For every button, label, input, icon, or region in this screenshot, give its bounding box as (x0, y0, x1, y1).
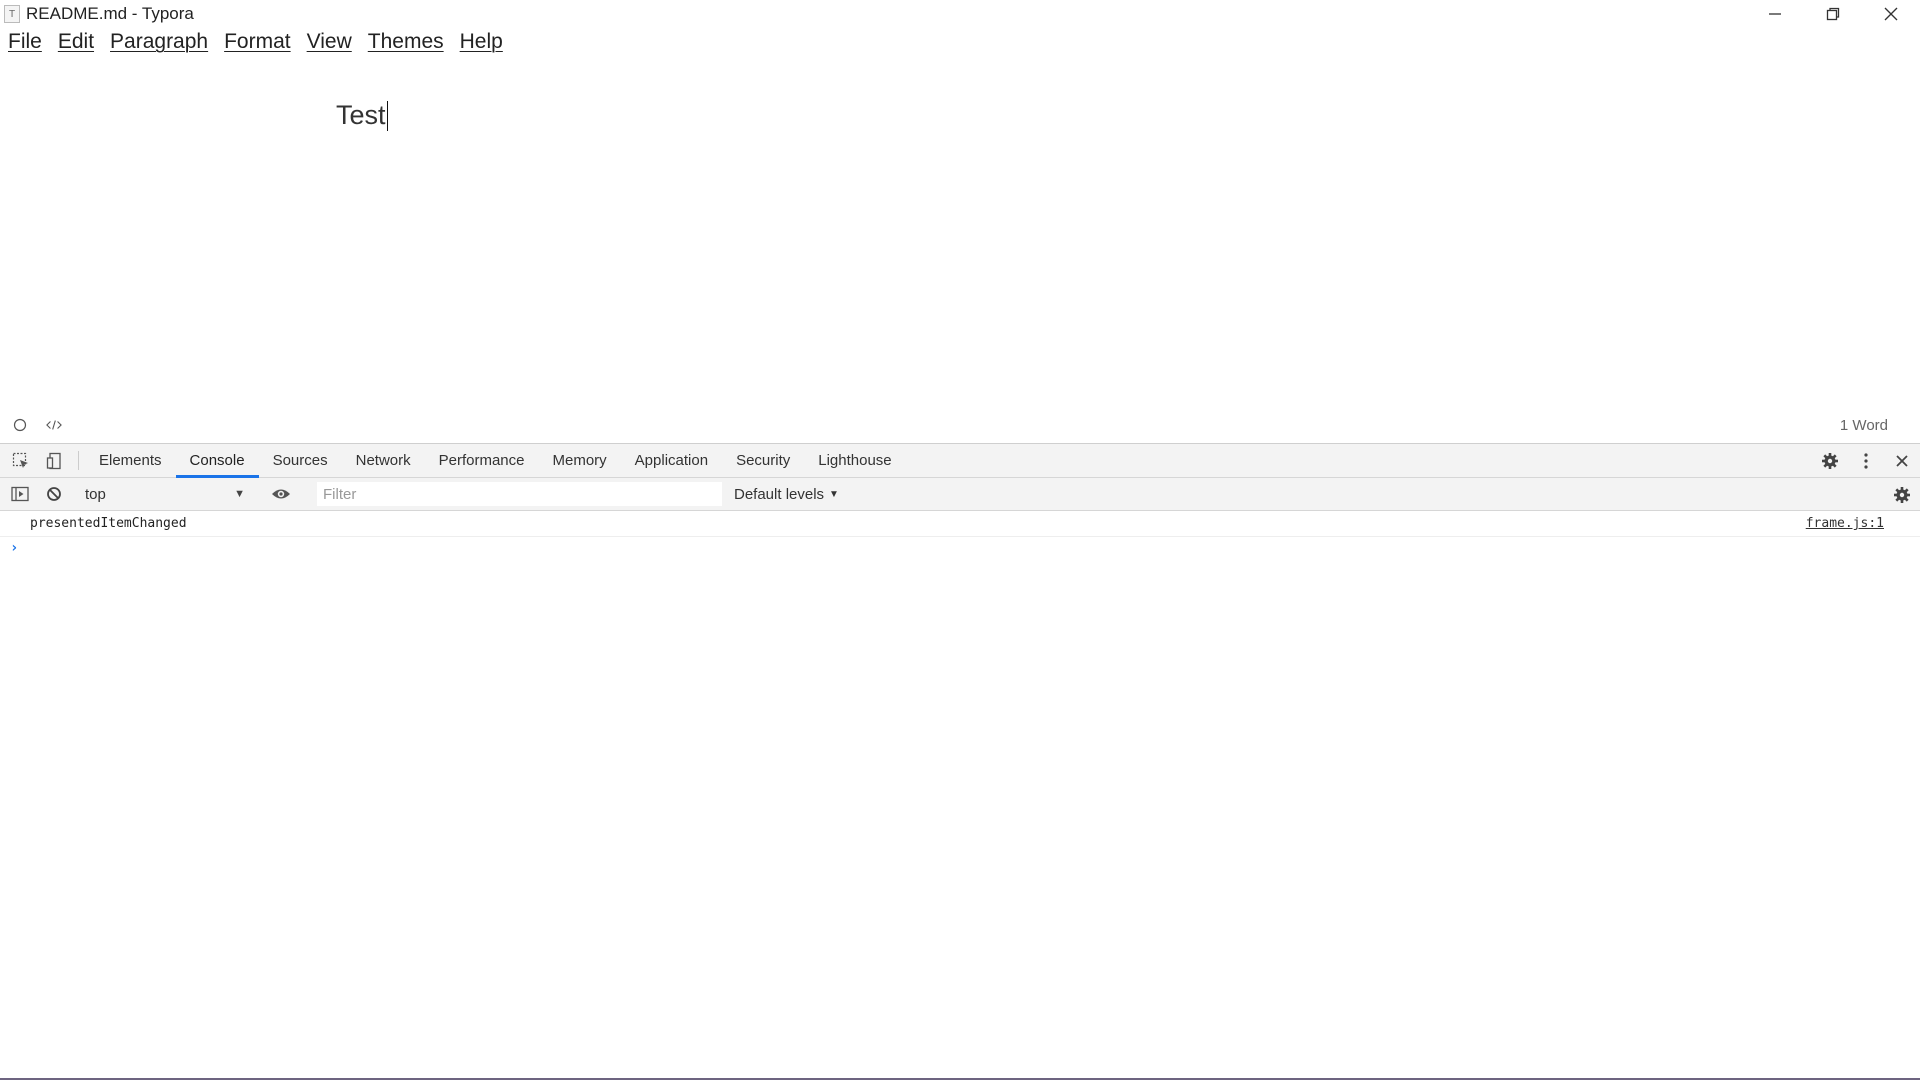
menu-paragraph[interactable]: Paragraph (110, 30, 208, 54)
word-count[interactable]: 1 Word (1840, 417, 1888, 434)
javascript-context-select[interactable]: top ▼ (81, 482, 251, 506)
tab-network[interactable]: Network (342, 444, 425, 477)
tab-application[interactable]: Application (621, 444, 722, 477)
menu-help[interactable]: Help (460, 30, 503, 54)
tab-console[interactable]: Console (175, 444, 259, 478)
menu-view[interactable]: View (307, 30, 352, 54)
eye-icon (272, 489, 290, 499)
window-controls (1746, 0, 1920, 28)
editor-area[interactable]: Test (0, 58, 1920, 408)
console-output: presentedItemChanged frame.js:1 › (0, 511, 1920, 559)
restore-button[interactable] (1804, 0, 1862, 28)
log-levels-label: Default levels (734, 485, 825, 503)
block-icon (47, 487, 61, 501)
inspect-cursor-icon (12, 452, 28, 468)
devtools-settings-button[interactable] (1812, 444, 1848, 478)
minimize-icon (1769, 13, 1781, 15)
tab-security[interactable]: Security (722, 444, 804, 477)
menu-format[interactable]: Format (224, 30, 291, 54)
tab-memory[interactable]: Memory (539, 444, 621, 477)
gear-icon (1822, 453, 1838, 469)
outline-toggle-button[interactable] (12, 417, 28, 433)
devtools-actions (1791, 444, 1920, 478)
code-icon (46, 420, 62, 430)
console-prompt[interactable]: › (0, 537, 1920, 559)
restore-icon (1826, 7, 1840, 21)
live-expression-button[interactable] (264, 487, 298, 501)
close-icon (1896, 455, 1908, 467)
dropdown-arrow-icon: ▼ (234, 488, 245, 500)
title-bar: T README.md - Typora (0, 0, 1920, 28)
customize-devtools-button[interactable] (1848, 444, 1884, 478)
gear-icon (1894, 486, 1910, 503)
device-toolbar-button[interactable] (38, 444, 72, 477)
console-message: presentedItemChanged frame.js:1 (0, 511, 1920, 537)
close-window-button[interactable] (1862, 0, 1920, 28)
status-bar: 1 Word (0, 412, 1920, 438)
log-levels-dropdown[interactable]: Default levels ▼ (734, 486, 839, 503)
tab-elements[interactable]: Elements (85, 444, 176, 477)
close-icon (1884, 7, 1898, 21)
circle-icon (13, 418, 27, 432)
console-filter-input[interactable]: Filter (317, 482, 722, 506)
console-toolbar: top ▼ Filter Default levels ▼ (0, 478, 1920, 511)
editor-text: Test (336, 100, 386, 130)
menu-themes[interactable]: Themes (368, 30, 444, 54)
toolbar-divider (78, 451, 79, 470)
show-console-sidebar-button[interactable] (3, 486, 37, 502)
text-caret (386, 100, 389, 131)
minimize-button[interactable] (1746, 0, 1804, 28)
devtools-panel: Elements Console Sources Network Perform… (0, 443, 1920, 1080)
close-devtools-button[interactable] (1884, 444, 1920, 478)
kebab-menu-icon (1864, 453, 1868, 469)
tab-sources[interactable]: Sources (259, 444, 342, 477)
typora-app-icon: T (4, 5, 20, 23)
window-title: README.md - Typora (26, 4, 194, 23)
sidebar-toggle-icon (11, 486, 29, 502)
source-code-mode-button[interactable] (46, 417, 62, 433)
inspect-element-button[interactable] (4, 444, 38, 477)
menu-file[interactable]: File (8, 30, 42, 54)
clear-console-button[interactable] (37, 486, 71, 502)
menu-bar: File Edit Paragraph Format View Themes H… (0, 28, 511, 56)
device-icon (46, 452, 61, 469)
console-settings-button[interactable] (1884, 478, 1920, 512)
tab-lighthouse[interactable]: Lighthouse (804, 444, 905, 477)
tab-performance[interactable]: Performance (425, 444, 539, 477)
console-source-link[interactable]: frame.js:1 (1806, 516, 1884, 531)
dropdown-arrow-icon: ▼ (829, 488, 839, 500)
editor-paragraph[interactable]: Test (336, 100, 389, 131)
context-value: top (85, 485, 106, 503)
console-settings-area (1871, 478, 1920, 511)
devtools-tab-bar: Elements Console Sources Network Perform… (0, 444, 1920, 478)
prompt-chevron-icon: › (10, 540, 19, 556)
menu-edit[interactable]: Edit (58, 30, 94, 54)
console-message-text: presentedItemChanged (30, 516, 187, 531)
